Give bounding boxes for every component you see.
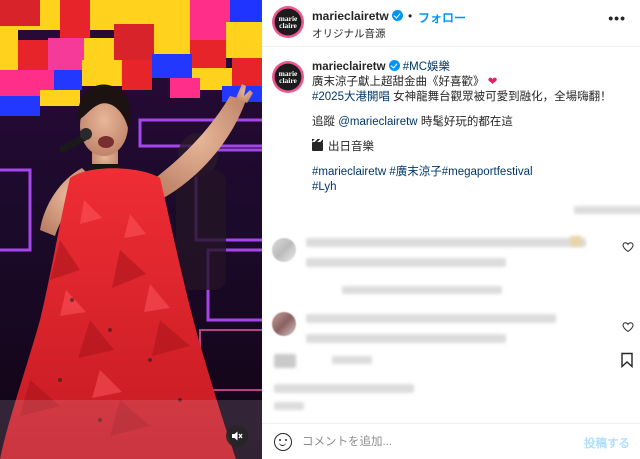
original-audio-link[interactable]: オリジナル音源 [312, 26, 386, 41]
mute-button[interactable] [226, 425, 248, 447]
heart-outline-icon[interactable] [622, 321, 634, 333]
hashtag-mc-entertainment[interactable]: #MC娛樂 [403, 61, 450, 73]
blurred-comment-text [306, 314, 556, 323]
blurred-comment-meta [342, 286, 502, 294]
blurred-comment-text [306, 238, 586, 247]
emoji-smile-icon[interactable] [274, 433, 292, 451]
caption-username[interactable]: marieclairetw [312, 61, 386, 73]
more-options-button[interactable]: ••• [608, 10, 626, 26]
blurred-timestamp [574, 206, 640, 214]
hashtag-lyh[interactable]: #Lyh [312, 181, 337, 193]
blurred-post-date [274, 402, 304, 410]
bookmark-icon[interactable] [620, 352, 634, 368]
clapperboard-icon [312, 139, 323, 151]
caption-avatar[interactable]: marie claire [272, 61, 304, 93]
avatar-logo: marie claire [278, 14, 298, 30]
red-heart-emoji: ❤ [487, 76, 498, 88]
caption-line-1: 廣末涼子獻上超甜金曲《好喜歡》 [312, 76, 485, 88]
speaker-muted-icon [232, 431, 243, 441]
blurred-comment-text [306, 258, 506, 267]
post-detail-panel: marie claire marieclairetw • フォロー オリジナル音… [262, 0, 640, 459]
mention-marieclairetw[interactable]: @marieclairetw [338, 116, 417, 128]
blurred-emoji [570, 236, 582, 246]
comment-input[interactable] [302, 433, 562, 451]
caption-avatar-logo: marie claire [278, 69, 298, 85]
caption-verified-badge-icon [388, 60, 400, 71]
hashtag-megaport-2025[interactable]: #2025大港開唱 [312, 91, 390, 103]
separator-dot: • [408, 9, 413, 23]
caption-text: marieclairetw #MC娛樂 廣末涼子獻上超甜金曲《好喜歡》 ❤ #2… [312, 60, 630, 195]
account-avatar[interactable]: marie claire [272, 6, 304, 38]
follow-button[interactable]: フォロー [418, 9, 466, 26]
music-credit: 出日音樂 [328, 141, 374, 153]
hashtag-megaportfestival[interactable]: #megaportfestival [442, 166, 533, 178]
commenter-avatar[interactable] [272, 312, 296, 336]
post-video[interactable] [0, 0, 262, 459]
blurred-comment-text [306, 334, 506, 343]
heart-outline-icon[interactable] [622, 241, 634, 253]
username-text: marieclairetw [312, 9, 389, 23]
hashtag-marieclairetw[interactable]: #marieclairetw [312, 166, 386, 178]
follow-prefix: 追蹤 [312, 116, 339, 128]
post-comment-button[interactable]: 投稿する [584, 435, 630, 451]
commenter-avatar[interactable] [272, 238, 296, 262]
follow-suffix: 時髦好玩的都在這 [417, 116, 513, 128]
post-header: marie claire marieclairetw • フォロー オリジナル音… [262, 0, 640, 47]
verified-badge-icon [391, 10, 403, 21]
comment-bar: 投稿する [262, 423, 640, 459]
account-username[interactable]: marieclairetw [312, 9, 403, 23]
blurred-like-count [274, 384, 414, 393]
caption-line-2: 女神龍舞台觀眾被可愛到融化，全場嗨翻！ [389, 91, 612, 103]
hashtag-ryoko-hirosue[interactable]: #廣末涼子 [389, 166, 441, 178]
concert-video-frame [0, 0, 262, 459]
blurred-comment-meta [332, 356, 372, 364]
blurred-action-icon [274, 354, 296, 368]
